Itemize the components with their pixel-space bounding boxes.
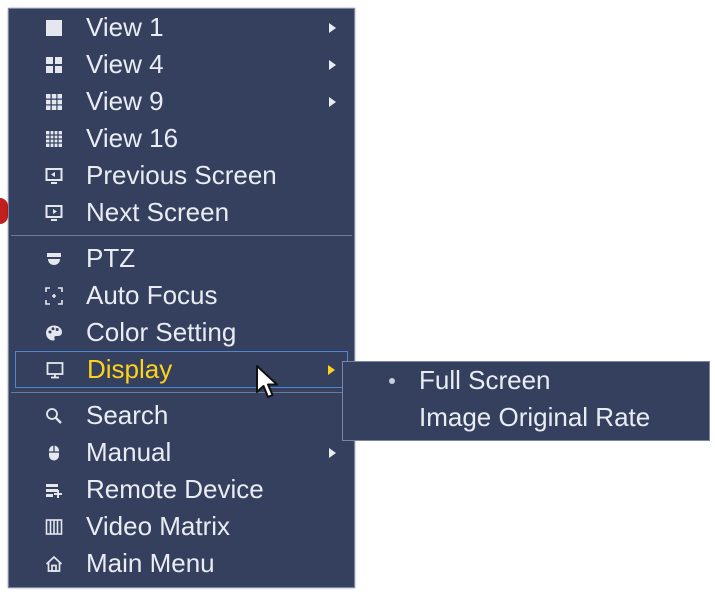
sixteen-grid-icon <box>44 129 64 149</box>
previous-screen-icon <box>44 166 64 186</box>
menu-item-auto-focus[interactable]: Auto Focus <box>9 277 354 314</box>
single-view-icon <box>44 18 64 38</box>
background-red-marker <box>0 198 8 224</box>
menu-item-label: View 4 <box>86 49 164 79</box>
menu-item-label: Search <box>86 400 169 430</box>
menu-item-label: PTZ <box>86 243 136 273</box>
submenu-item-label: Image Original Rate <box>419 402 651 432</box>
menu-item-label: Main Menu <box>86 548 215 578</box>
menu-item-view-4[interactable]: View 4 <box>9 46 354 83</box>
quad-view-icon <box>44 55 64 75</box>
menu-item-label: Previous Screen <box>86 160 277 190</box>
remote-device-icon <box>44 480 64 500</box>
menu-item-main-menu[interactable]: Main Menu <box>9 545 354 582</box>
submenu-arrow-icon <box>329 96 336 107</box>
menu-item-label: View 16 <box>86 123 179 153</box>
selected-bullet-icon <box>389 378 395 384</box>
video-matrix-icon <box>44 517 64 537</box>
menu-item-label: View 9 <box>86 86 164 116</box>
menu-item-label: View 1 <box>86 12 164 42</box>
menu-item-manual[interactable]: Manual <box>9 434 354 471</box>
menu-item-video-matrix[interactable]: Video Matrix <box>9 508 354 545</box>
monitor-icon <box>45 360 65 380</box>
home-icon <box>44 554 64 574</box>
menu-item-label: Color Setting <box>86 317 237 347</box>
menu-separator <box>11 235 352 236</box>
submenu-item-label: Full Screen <box>419 365 551 395</box>
ptz-camera-icon <box>44 249 64 269</box>
submenu-arrow-icon <box>328 364 335 375</box>
submenu-item-image-original-rate[interactable]: Image Original Rate <box>343 399 709 436</box>
submenu-arrow-icon <box>329 22 336 33</box>
mouse-icon <box>44 443 64 463</box>
menu-item-ptz[interactable]: PTZ <box>9 240 354 277</box>
menu-item-label: Auto Focus <box>86 280 218 310</box>
menu-item-label: Display <box>87 354 173 384</box>
mouse-pointer-icon <box>255 364 281 407</box>
menu-item-view-16[interactable]: View 16 <box>9 120 354 157</box>
menu-item-label: Next Screen <box>86 197 230 227</box>
menu-item-view-1[interactable]: View 1 <box>9 9 354 46</box>
menu-item-view-9[interactable]: View 9 <box>9 83 354 120</box>
menu-item-next-screen[interactable]: Next Screen <box>9 194 354 231</box>
submenu-arrow-icon <box>329 59 336 70</box>
menu-item-label: Remote Device <box>86 474 264 504</box>
display-submenu: Full Screen Image Original Rate <box>342 361 710 441</box>
menu-item-previous-screen[interactable]: Previous Screen <box>9 157 354 194</box>
next-screen-icon <box>44 203 64 223</box>
palette-icon <box>44 323 64 343</box>
menu-item-remote-device[interactable]: Remote Device <box>9 471 354 508</box>
submenu-arrow-icon <box>329 447 336 458</box>
nine-grid-icon <box>44 92 64 112</box>
menu-separator <box>11 392 352 393</box>
menu-item-label: Manual <box>86 437 172 467</box>
menu-item-label: Video Matrix <box>86 511 231 541</box>
search-icon <box>44 406 64 426</box>
menu-item-color-setting[interactable]: Color Setting <box>9 314 354 351</box>
menu-item-display[interactable]: Display <box>15 351 348 388</box>
context-menu: View 1 View 4 View 9 View 16 Previous Sc… <box>8 8 355 588</box>
focus-icon <box>44 286 64 306</box>
menu-item-search[interactable]: Search <box>9 397 354 434</box>
submenu-item-full-screen[interactable]: Full Screen <box>343 362 709 399</box>
